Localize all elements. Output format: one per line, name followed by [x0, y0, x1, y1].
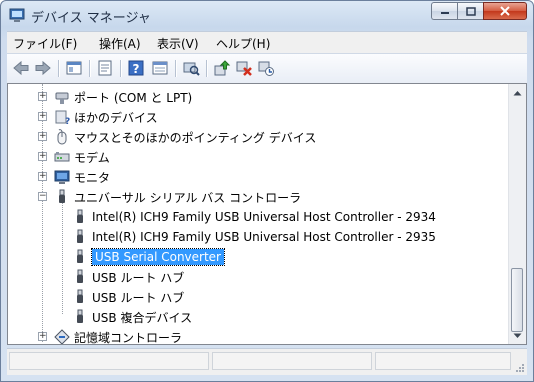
tree-item-label: USB Serial Converter	[91, 248, 225, 266]
back-icon[interactable]	[12, 59, 30, 77]
close-icon	[500, 6, 510, 16]
minimize-icon	[440, 12, 449, 14]
view-icon[interactable]	[151, 59, 169, 77]
arrow-down-icon	[513, 333, 522, 338]
tree-item-usb-controllers[interactable]: ユニバーサル シリアル バス コントローラ	[54, 187, 301, 207]
device-manager-icon	[9, 8, 25, 22]
expand-toggle[interactable]: +	[38, 92, 47, 101]
tree-item-label: ユニバーサル シリアル バス コントローラ	[74, 190, 302, 205]
usb-icon	[77, 229, 83, 243]
tree-item-usb-host-2935[interactable]: Intel(R) ICH9 Family USB Universal Host …	[72, 227, 436, 247]
status-bar	[7, 348, 527, 375]
scrollbar-thumb[interactable]	[511, 268, 523, 332]
usb-icon	[77, 269, 83, 283]
tree-item-ports[interactable]: ポート (COM と LPT)	[54, 87, 192, 107]
tree-item-label: USB 複合デバイス	[92, 310, 193, 325]
tree-item-usb-root-hub[interactable]: USB ルート ハブ	[72, 267, 184, 287]
toolbar-separator	[58, 60, 59, 77]
forward-icon[interactable]	[34, 59, 52, 77]
menu-action[interactable]: 操作(A)	[99, 35, 141, 52]
collapse-toggle[interactable]: −	[38, 192, 47, 201]
storage-controller-icon	[54, 329, 70, 344]
tree-item-label: モデム	[74, 150, 110, 165]
tree-item-label: マウスとそのほかのポインティング デバイス	[74, 130, 317, 145]
tree-item-storage-controllers[interactable]: 記憶域コントローラ	[54, 327, 183, 345]
toolbar-separator	[89, 60, 90, 77]
monitor-icon	[54, 170, 70, 184]
svg-text:?: ?	[133, 62, 140, 76]
menu-bar: ファイル(F) 操作(A) 表示(V) ヘルプ(H)	[7, 31, 527, 53]
tree-item-label: 記憶域コントローラ	[74, 330, 183, 345]
toolbar-separator	[120, 60, 121, 77]
help-icon[interactable]: ?	[127, 59, 145, 77]
maximize-icon	[465, 6, 476, 16]
tree-guide-line	[42, 84, 43, 342]
minimize-button[interactable]	[431, 2, 457, 20]
tree-item-usb-root-hub[interactable]: USB ルート ハブ	[72, 287, 184, 307]
vertical-scrollbar[interactable]	[508, 84, 526, 344]
tree-item-usb-host-2934[interactable]: Intel(R) ICH9 Family USB Universal Host …	[72, 207, 436, 227]
toolbar: ?	[7, 53, 527, 84]
unknown-device-icon: ?	[55, 110, 70, 125]
toolbar-separator	[206, 60, 207, 77]
mouse-icon	[57, 129, 67, 145]
update-driver-icon[interactable]	[213, 59, 231, 77]
tree-item-label: USB ルート ハブ	[92, 290, 185, 305]
status-panel	[375, 352, 511, 370]
properties-icon[interactable]	[96, 59, 114, 77]
status-panel	[212, 352, 372, 370]
menu-file[interactable]: ファイル(F)	[13, 35, 77, 52]
show-hide-tree-icon[interactable]	[65, 59, 83, 77]
disable-icon[interactable]	[257, 59, 275, 77]
maximize-button[interactable]	[457, 2, 483, 20]
device-tree[interactable]: + ポート (COM と LPT) + ? ほかのデバイス + マウスとそのほか…	[7, 83, 527, 345]
menu-help[interactable]: ヘルプ(H)	[216, 35, 270, 52]
arrow-up-icon	[513, 90, 522, 95]
tree-item-label: モニタ	[74, 170, 111, 185]
tree-item-label: ほかのデバイス	[74, 110, 158, 125]
tree-item-label: Intel(R) ICH9 Family USB Universal Host …	[92, 210, 436, 224]
tree-item-label: ポート (COM と LPT)	[74, 90, 193, 105]
tree-guide-line	[62, 196, 63, 314]
usb-icon	[77, 249, 83, 263]
title-bar[interactable]: デバイス マネージャ	[1, 1, 533, 29]
port-icon	[55, 92, 69, 104]
tree-item-usb-serial-converter[interactable]: USB Serial Converter	[72, 247, 225, 267]
toolbar-separator	[175, 60, 176, 77]
scroll-up-button[interactable]	[510, 85, 525, 100]
tree-item-mice[interactable]: マウスとそのほかのポインティング デバイス	[54, 127, 316, 147]
uninstall-icon[interactable]	[235, 59, 253, 77]
close-button[interactable]	[483, 2, 527, 20]
expand-toggle[interactable]: +	[38, 172, 47, 181]
expand-toggle[interactable]: +	[38, 332, 47, 341]
tree-item-label: USB ルート ハブ	[92, 270, 185, 285]
expand-toggle[interactable]: +	[38, 112, 47, 121]
scroll-down-button[interactable]	[510, 328, 525, 343]
status-panel	[9, 352, 209, 370]
resize-grip-icon[interactable]	[515, 363, 525, 373]
tree-item-usb-composite-device[interactable]: USB 複合デバイス	[72, 307, 192, 327]
tree-item-label: Intel(R) ICH9 Family USB Universal Host …	[92, 230, 436, 244]
tree-item-monitors[interactable]: モニタ	[54, 167, 110, 187]
scan-hardware-icon[interactable]	[182, 59, 200, 77]
menu-view[interactable]: 表示(V)	[157, 35, 199, 52]
usb-icon	[59, 189, 65, 203]
window-title: デバイス マネージャ	[31, 11, 151, 26]
usb-icon	[77, 289, 83, 303]
modem-icon	[54, 152, 70, 162]
usb-icon	[77, 309, 83, 323]
device-manager-window: デバイス マネージャ ファイル(F) 操作(A) 表示(V) ヘルプ(H) ?	[0, 0, 534, 382]
svg-text:?: ?	[65, 117, 70, 125]
tree-item-modems[interactable]: モデム	[54, 147, 110, 167]
usb-icon	[77, 209, 83, 223]
expand-toggle[interactable]: +	[38, 152, 47, 161]
tree-item-other-devices[interactable]: ? ほかのデバイス	[54, 107, 158, 127]
expand-toggle[interactable]: +	[38, 132, 47, 141]
